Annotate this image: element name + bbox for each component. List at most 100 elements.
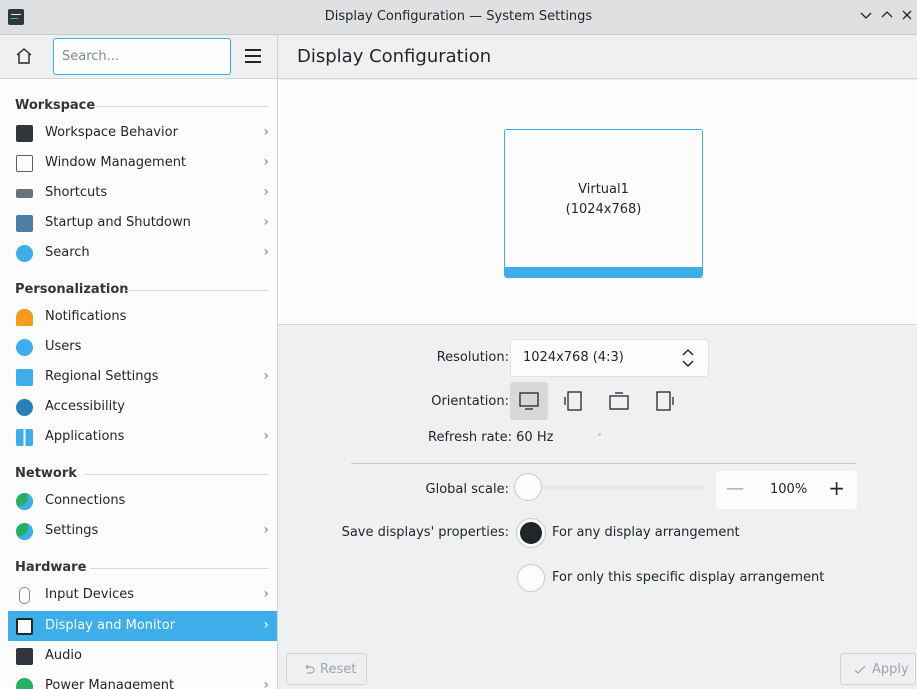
section-divider	[126, 290, 269, 291]
section-divider	[90, 568, 269, 569]
chevron-right-icon: ›	[263, 244, 269, 260]
monitor-preview[interactable]: Virtual1 (1024x768)	[504, 129, 703, 278]
hamburger-menu-button[interactable]	[245, 49, 261, 63]
chevron-right-icon: ›	[263, 368, 269, 384]
title-bar: Display Configuration — System Settings	[0, 0, 917, 35]
monitor-portrait-right-icon	[656, 391, 674, 411]
chevron-right-icon: ›	[263, 184, 269, 200]
sidebar-item-label: Startup and Shutdown	[45, 215, 191, 230]
sidebar-item-network-settings[interactable]: Settings ›	[8, 516, 277, 546]
decrease-scale-button[interactable]: —	[726, 478, 744, 499]
monitor-resolution: (1024x768)	[565, 202, 642, 217]
orientation-inverted-button[interactable]	[600, 382, 638, 420]
orientation-portrait-left-button[interactable]	[555, 382, 593, 420]
apply-button-label: Apply	[872, 662, 909, 677]
sidebar-item-accessibility[interactable]: Accessibility	[8, 392, 277, 422]
global-scale-slider-handle[interactable]	[514, 473, 542, 501]
refresh-rate-label: Refresh rate: 60 Hz	[428, 430, 554, 445]
sidebar-item-input-devices[interactable]: Input Devices ›	[8, 580, 277, 610]
resolution-label: Resolution:	[436, 350, 509, 365]
window-management-icon	[16, 155, 33, 172]
sidebar-item-label: Applications	[45, 429, 125, 444]
global-scale-label: Global scale:	[425, 482, 509, 497]
chevron-right-icon: ›	[263, 214, 269, 230]
radio-any-arrangement-label[interactable]: For any display arrangement	[552, 525, 740, 540]
radio-any-arrangement[interactable]	[517, 519, 545, 547]
speaker-icon	[16, 648, 33, 665]
chevron-down-icon	[860, 12, 872, 19]
applications-icon	[16, 429, 33, 446]
checkmark-icon	[854, 665, 866, 674]
search-field[interactable]	[53, 38, 231, 75]
orientation-portrait-right-button[interactable]	[645, 382, 683, 420]
radio-specific-arrangement[interactable]	[517, 564, 545, 592]
orientation-landscape-button[interactable]	[510, 382, 548, 420]
sidebar-header	[0, 35, 277, 79]
minimize-button[interactable]	[857, 8, 875, 26]
sidebar-item-window-management[interactable]: Window Management ›	[8, 148, 277, 178]
global-scale-slider-track[interactable]	[520, 485, 706, 489]
section-title-network: Network	[15, 466, 77, 481]
sidebar: Workspace Workspace Behavior › Window Ma…	[0, 35, 278, 689]
sidebar-item-display-and-monitor[interactable]: Display and Monitor ›	[8, 611, 277, 641]
chevron-right-icon: ›	[263, 617, 269, 633]
search-icon	[16, 245, 33, 262]
sidebar-item-label: Input Devices	[45, 587, 135, 602]
sidebar-item-label: Accessibility	[45, 399, 125, 414]
sidebar-item-label: Notifications	[45, 309, 127, 324]
sidebar-item-startup-shutdown[interactable]: Startup and Shutdown ›	[8, 208, 277, 238]
main-content: Display Configuration Virtual1 (1024x768…	[278, 35, 917, 689]
global-scale-value: 100%	[770, 482, 808, 497]
refresh-rate-indicator	[598, 433, 601, 436]
sidebar-item-label: Workspace Behavior	[45, 125, 178, 140]
apply-button[interactable]: Apply	[840, 653, 916, 685]
home-button[interactable]	[14, 46, 36, 68]
monitor-portrait-left-icon	[564, 391, 582, 411]
sidebar-item-notifications[interactable]: Notifications	[8, 302, 277, 332]
section-divider	[351, 463, 856, 464]
search-input[interactable]	[54, 39, 230, 74]
section-divider	[96, 106, 269, 107]
monitor-landscape-icon	[519, 392, 539, 410]
chevron-right-icon: ›	[263, 586, 269, 602]
radio-specific-arrangement-label[interactable]: For only this specific display arrangeme…	[552, 570, 824, 585]
sidebar-item-audio[interactable]: Audio	[8, 641, 277, 671]
sidebar-item-connections[interactable]: Connections	[8, 486, 277, 516]
screen-layout-area: Virtual1 (1024x768)	[278, 80, 917, 325]
resolution-value: 1024x768 (4:3)	[523, 350, 624, 365]
main-header: Display Configuration	[278, 35, 917, 79]
sidebar-item-users[interactable]: Users	[8, 332, 277, 362]
chevron-right-icon: ›	[263, 677, 269, 689]
sidebar-item-power-management[interactable]: Power Management ›	[8, 671, 277, 689]
increase-scale-button[interactable]: +	[828, 476, 845, 500]
section-title-personalization: Personalization	[15, 282, 129, 297]
accessibility-icon	[16, 399, 33, 416]
resolution-select[interactable]: 1024x768 (4:3)	[510, 339, 709, 377]
sidebar-item-shortcuts[interactable]: Shortcuts ›	[8, 178, 277, 208]
sidebar-item-applications[interactable]: Applications ›	[8, 422, 277, 452]
sidebar-item-label: Power Management	[45, 678, 175, 689]
globe-icon	[16, 493, 33, 510]
sidebar-item-workspace-behavior[interactable]: Workspace Behavior ›	[8, 118, 277, 148]
section-title-hardware: Hardware	[15, 560, 87, 575]
sidebar-item-regional-settings[interactable]: Regional Settings ›	[8, 362, 277, 392]
undo-icon	[305, 664, 315, 674]
monitor-icon	[16, 618, 33, 635]
page-title: Display Configuration	[297, 46, 492, 67]
maximize-button[interactable]	[878, 8, 896, 26]
global-scale-spinbox[interactable]: — 100% +	[716, 471, 857, 509]
chevron-right-icon: ›	[263, 428, 269, 444]
section-divider	[84, 474, 269, 475]
regional-settings-icon	[16, 369, 33, 386]
close-button[interactable]	[898, 8, 916, 26]
reset-button[interactable]: Reset	[286, 653, 367, 685]
sidebar-item-label: Connections	[45, 493, 126, 508]
sidebar-item-label: Search	[45, 245, 90, 260]
chevron-right-icon: ›	[263, 154, 269, 170]
workspace-behavior-icon	[16, 125, 33, 142]
sidebar-item-label: Audio	[45, 648, 82, 663]
startup-icon	[16, 215, 33, 232]
sidebar-item-label: Shortcuts	[45, 185, 108, 200]
keyboard-icon	[16, 189, 33, 198]
sidebar-item-search[interactable]: Search ›	[8, 238, 277, 268]
